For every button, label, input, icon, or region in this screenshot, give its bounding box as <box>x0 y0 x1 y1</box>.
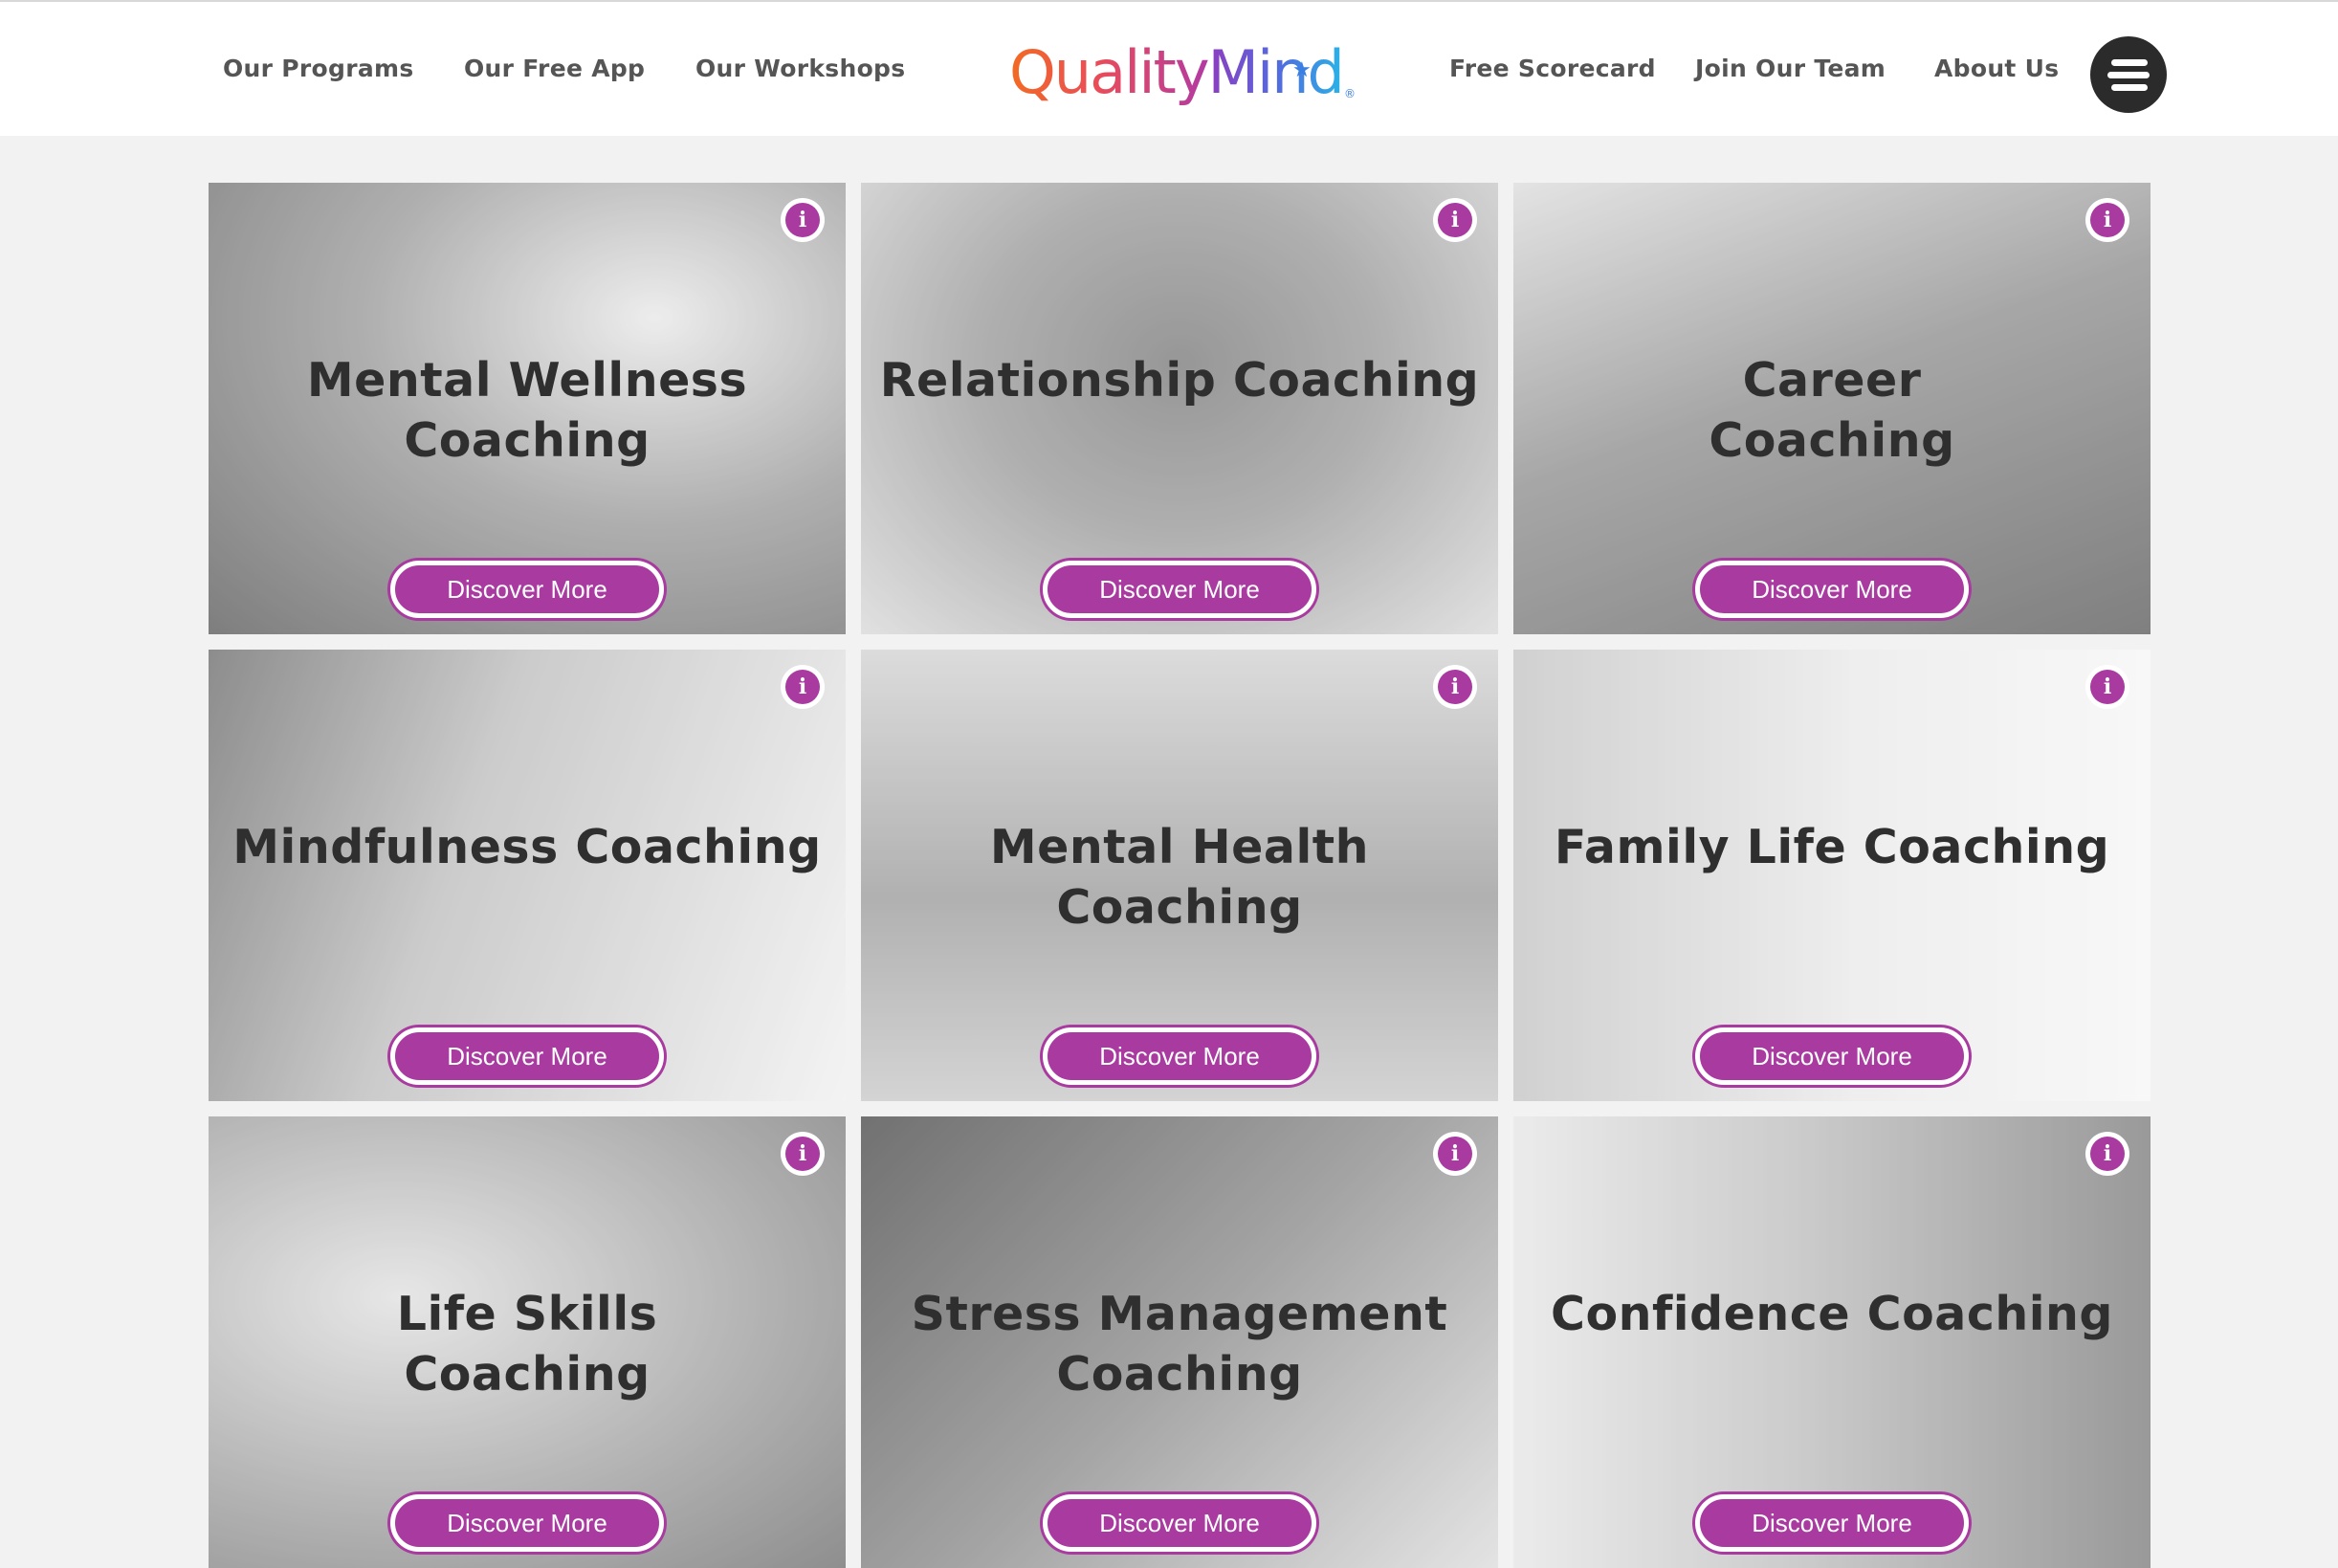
discover-more-button[interactable]: Discover More <box>1043 1494 1316 1552</box>
info-icon[interactable]: i <box>781 665 825 709</box>
card-title: Life Skills Coaching <box>396 1287 658 1402</box>
discover-more-button[interactable]: Discover More <box>390 1494 664 1552</box>
card-title: Family Life Coaching <box>1554 820 2110 874</box>
discover-more-button[interactable]: Discover More <box>1695 1027 1969 1085</box>
card-title: Mental Health Coaching <box>989 820 1370 935</box>
info-icon[interactable]: i <box>1433 665 1477 709</box>
qualitymind-logo[interactable]: QualityMind ★ ® <box>1009 34 1356 111</box>
card-title: Mental Wellness Coaching <box>306 353 748 468</box>
info-icon[interactable]: i <box>1433 1132 1477 1176</box>
site-header: Our Programs Our Free App Our Workshops … <box>0 0 2338 136</box>
card-title: Career Coaching <box>1709 353 1955 468</box>
program-card-family-life[interactable]: i Family Life Coaching Discover More <box>1513 650 2151 1101</box>
discover-more-button[interactable]: Discover More <box>1043 561 1316 618</box>
card-title: Relationship Coaching <box>879 353 1480 408</box>
hamburger-menu-button[interactable] <box>2090 36 2167 113</box>
card-title: Confidence Coaching <box>1550 1287 2114 1341</box>
info-icon[interactable]: i <box>2085 1132 2129 1176</box>
info-icon[interactable]: i <box>1433 198 1477 242</box>
program-card-relationship[interactable]: i Relationship Coaching Discover More <box>861 183 1498 634</box>
program-card-life-skills[interactable]: i Life Skills Coaching Discover More <box>209 1116 846 1568</box>
discover-more-button[interactable]: Discover More <box>1043 1027 1316 1085</box>
logo-registered-mark: ® <box>1344 87 1356 100</box>
discover-more-button[interactable]: Discover More <box>1695 561 1969 618</box>
program-card-mental-wellness[interactable]: i Mental Wellness Coaching Discover More <box>209 183 846 634</box>
logo-star-icon: ★ <box>1292 58 1312 82</box>
program-card-stress-management[interactable]: i Stress Management Coaching Discover Mo… <box>861 1116 1498 1568</box>
program-card-career[interactable]: i Career Coaching Discover More <box>1513 183 2151 634</box>
info-icon[interactable]: i <box>781 1132 825 1176</box>
discover-more-button[interactable]: Discover More <box>390 1027 664 1085</box>
program-card-mindfulness[interactable]: i Mindfulness Coaching Discover More <box>209 650 846 1101</box>
nav-join-our-team[interactable]: Join Our Team <box>1695 55 1886 82</box>
card-title: Stress Management Coaching <box>911 1287 1448 1402</box>
info-icon[interactable]: i <box>781 198 825 242</box>
nav-our-free-app[interactable]: Our Free App <box>464 55 645 82</box>
nav-our-workshops[interactable]: Our Workshops <box>695 55 905 82</box>
logo-text-quality: Quality <box>1009 37 1210 107</box>
info-icon[interactable]: i <box>2085 665 2129 709</box>
logo-text-mind: Mind <box>1207 37 1345 107</box>
nav-about-us[interactable]: About Us <box>1934 55 2059 82</box>
program-card-mental-health[interactable]: i Mental Health Coaching Discover More <box>861 650 1498 1101</box>
info-icon[interactable]: i <box>2085 198 2129 242</box>
nav-free-scorecard[interactable]: Free Scorecard <box>1449 55 1656 82</box>
discover-more-button[interactable]: Discover More <box>390 561 664 618</box>
hamburger-menu-icon <box>2111 59 2148 66</box>
discover-more-button[interactable]: Discover More <box>1695 1494 1969 1552</box>
card-title: Mindfulness Coaching <box>232 820 822 874</box>
nav-our-programs[interactable]: Our Programs <box>223 55 414 82</box>
program-card-confidence[interactable]: i Confidence Coaching Discover More <box>1513 1116 2151 1568</box>
